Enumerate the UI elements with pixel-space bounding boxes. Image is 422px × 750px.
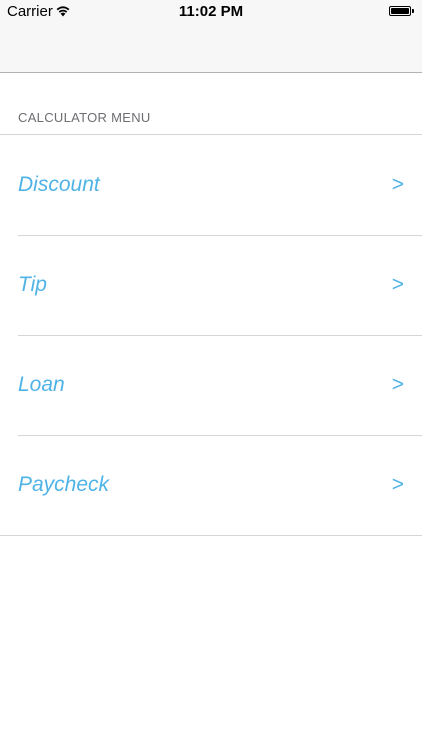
menu-item-label: Discount <box>18 173 100 196</box>
menu-item-paycheck[interactable]: Paycheck > <box>0 435 422 536</box>
menu-item-label: Paycheck <box>18 473 110 496</box>
menu-item-discount[interactable]: Discount > <box>0 135 422 236</box>
menu-item-label: Tip <box>18 273 47 296</box>
menu-item-label: Loan <box>18 373 65 396</box>
calculator-menu-list: Discount > Tip > Loan > Paycheck > <box>0 135 422 536</box>
battery-cap <box>412 9 414 13</box>
chevron-right-icon: > <box>391 173 404 196</box>
chevron-right-icon: > <box>391 373 404 396</box>
status-time: 11:02 PM <box>178 3 244 20</box>
battery-level <box>391 8 409 14</box>
chevron-right-icon: > <box>391 473 404 496</box>
status-bar: Carrier 11:02 PM <box>0 0 422 24</box>
section-header: CALCULATOR MENU <box>18 110 151 125</box>
chevron-right-icon: > <box>391 273 404 296</box>
navigation-bar <box>0 24 422 73</box>
menu-item-tip[interactable]: Tip > <box>0 235 422 336</box>
menu-item-loan[interactable]: Loan > <box>0 335 422 436</box>
battery-icon <box>389 6 411 16</box>
